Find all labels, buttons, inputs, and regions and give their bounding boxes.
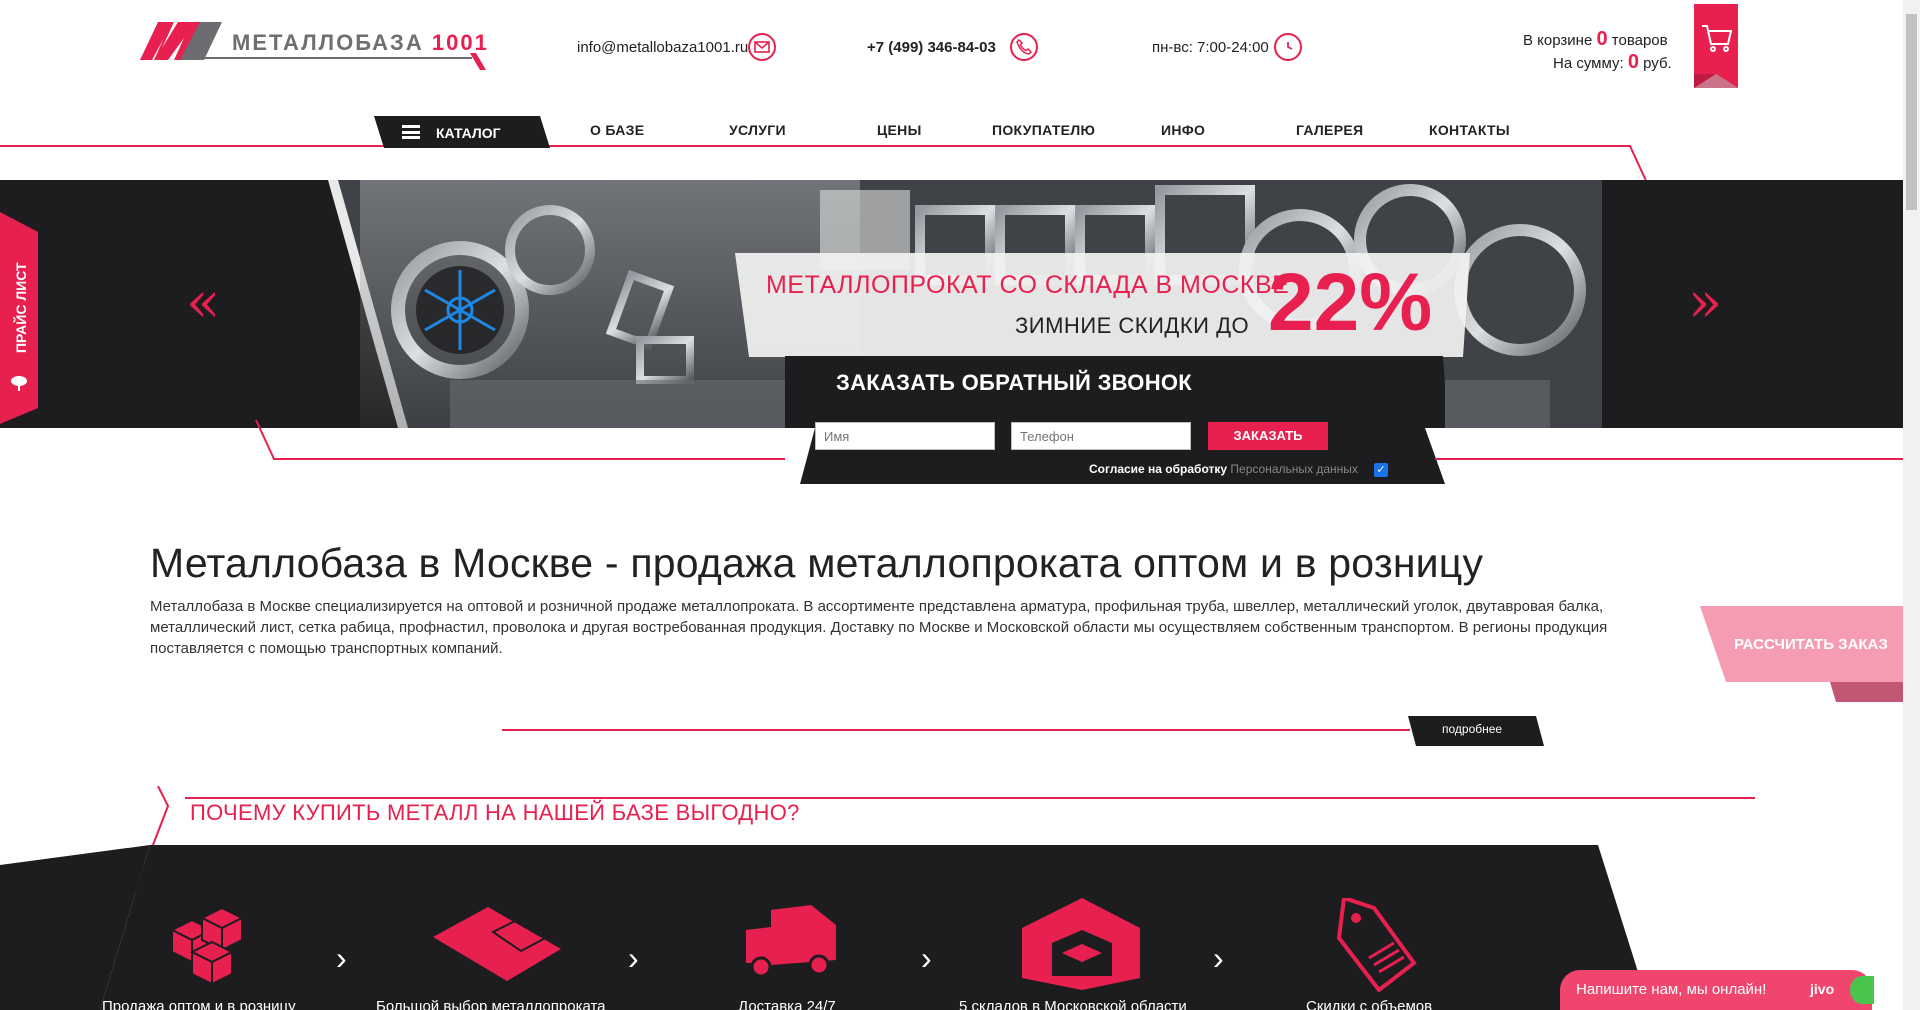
header-phone[interactable]: +7 (499) 346-84-03 — [867, 39, 996, 56]
cloud-download-icon — [9, 372, 29, 392]
feature-label-discounts: Скидки с объемов — [1306, 998, 1433, 1010]
feature-chevron-3: › — [921, 940, 932, 976]
nav-underline — [0, 145, 1649, 186]
cart-button[interactable] — [1694, 4, 1738, 88]
more-button[interactable]: подробнее — [1442, 722, 1502, 736]
chat-brand: jivo — [1810, 981, 1835, 997]
price-list-label: ПРАЙС ЛИСТ — [13, 262, 29, 353]
feature-chevron-2: › — [628, 940, 639, 976]
header-hours: пн-вс: 7:00-24:00 — [1152, 39, 1269, 56]
cart-count: 0 — [1596, 28, 1608, 50]
logo-text: МЕТАЛЛОБАЗА 1001 — [232, 30, 489, 56]
feature-label-warehouses: 5 складов в Московской области — [959, 998, 1187, 1010]
page-description: Металлобаза в Москве специализируется на… — [150, 598, 1608, 657]
warehouse-icon — [1022, 898, 1140, 990]
cart-sum-line: На сумму: 0 руб. — [1553, 51, 1672, 74]
chat-text: Напишите нам, мы онлайн! — [1576, 981, 1767, 998]
price-tag-icon — [1336, 898, 1417, 992]
logo-number: 1001 — [431, 30, 489, 55]
calc-order-button-bg — [1700, 606, 1903, 702]
mail-icon — [748, 33, 776, 61]
consent-text: Согласие на обработку — [1089, 462, 1228, 476]
feature-label-delivery: Доставка 24/7 — [738, 998, 836, 1010]
feature-chevron-1: › — [336, 940, 347, 976]
cart-sum: 0 — [1627, 51, 1639, 73]
more-divider — [502, 729, 1410, 731]
consent-checkbox[interactable]: ✓ — [1374, 463, 1388, 477]
chat-widget[interactable]: Напишите нам, мы онлайн! jivo — [1560, 970, 1874, 1010]
nav-prices[interactable]: ЦЕНЫ — [877, 122, 922, 138]
feature-chevron-4: › — [1213, 940, 1224, 976]
nav-buyers[interactable]: ПОКУПАТЕЛЮ — [992, 122, 1095, 138]
page-title: Металлобаза в Москве - продажа металлопр… — [150, 540, 1484, 586]
feature-label-wholesale: Продажа оптом и в розницу — [102, 998, 296, 1010]
nav-gallery[interactable]: ГАЛЕРЕЯ — [1296, 122, 1363, 138]
feature-label-assortment: Большой выбор металлопроката — [376, 998, 606, 1010]
cart-sum-prefix: На сумму: — [1553, 55, 1624, 72]
promo-line2: ЗИМНИЕ СКИДКИ ДО — [1015, 313, 1250, 338]
cart-sum-suffix: руб. — [1643, 55, 1672, 72]
catalog-button[interactable]: КАТАЛОГ — [374, 116, 550, 148]
nav-contacts[interactable]: КОНТАКТЫ — [1429, 122, 1510, 138]
consent-label: Согласие на обработку Персональных данны… — [1089, 462, 1358, 476]
cart-count-suffix: товаров — [1611, 32, 1668, 49]
nav-services[interactable]: УСЛУГИ — [729, 122, 786, 138]
nav-info[interactable]: ИНФО — [1161, 122, 1205, 138]
consent-link[interactable]: Персональных данных — [1230, 462, 1357, 476]
hero-underline — [255, 420, 1903, 460]
chat-status-icon — [1850, 976, 1874, 1004]
cart-count-line: В корзине 0 товаров — [1523, 28, 1668, 51]
why-title: ПОЧЕМУ КУПИТЬ МЕТАЛЛ НА НАШЕЙ БАЗЕ ВЫГОД… — [190, 800, 800, 825]
metal-sheets-icon — [433, 907, 561, 981]
slider-next-button[interactable]: » — [1688, 270, 1722, 335]
boxes-icon — [169, 906, 245, 986]
catalog-label: КАТАЛОГ — [436, 125, 501, 141]
nav-about[interactable]: О БАЗЕ — [590, 122, 644, 138]
slider-prev-button[interactable]: « — [186, 270, 220, 335]
header-email[interactable]: info@metallobaza1001.ru — [577, 39, 748, 56]
promo-line1: МЕТАЛЛОПРОКАТ СО СКЛАДА В МОСКВЕ — [766, 271, 1290, 299]
page: { "header": { "logo_text": "МЕТАЛЛОБАЗА"… — [0, 0, 1920, 1010]
cart-count-prefix: В корзине — [1523, 32, 1593, 49]
scrollbar-thumb[interactable] — [1906, 14, 1917, 210]
callback-title: ЗАКАЗАТЬ ОБРАТНЫЙ ЗВОНОК — [836, 370, 1193, 395]
logo-name: МЕТАЛЛОБАЗА — [232, 30, 424, 55]
promo-percent: 22% — [1268, 257, 1433, 348]
phone-icon — [1010, 33, 1038, 61]
truck-icon — [746, 905, 836, 978]
clock-icon — [1274, 33, 1302, 61]
calc-order-button[interactable]: РАССЧИТАТЬ ЗАКАЗ — [1734, 636, 1888, 653]
menu-icon — [402, 125, 420, 139]
